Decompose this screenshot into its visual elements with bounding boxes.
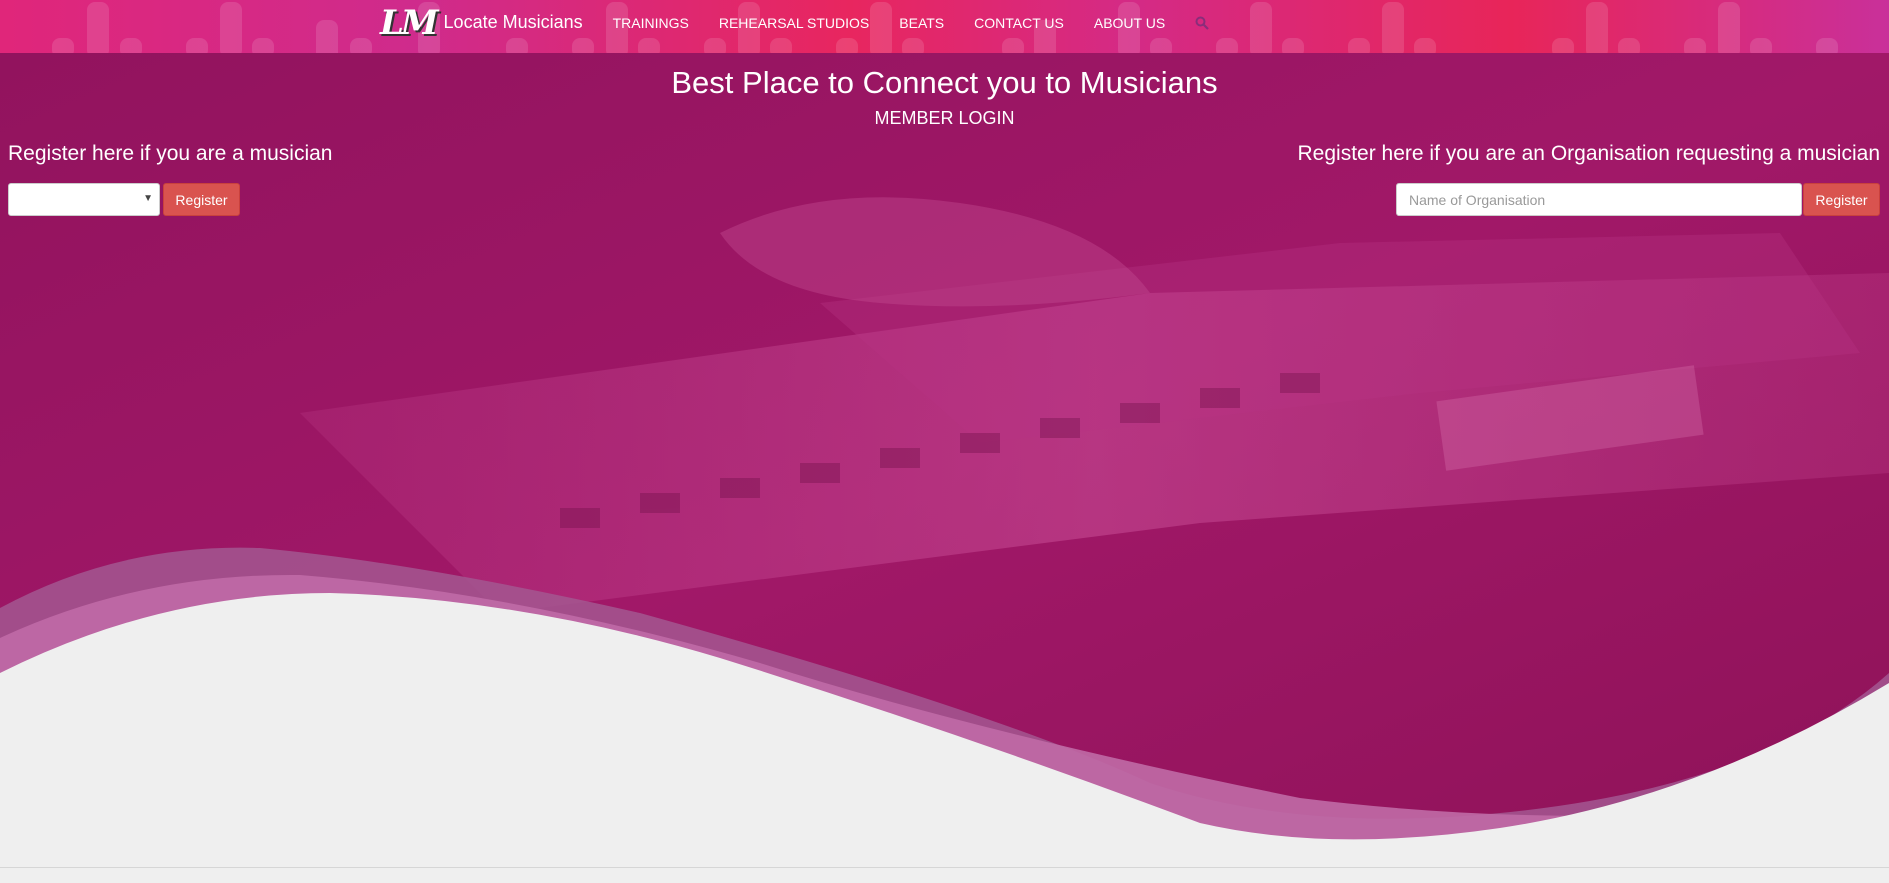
- top-navbar: LM Locate Musicians TRAININGS REHEARSAL …: [0, 0, 1889, 53]
- footer-divider: [0, 867, 1889, 868]
- musician-register-button[interactable]: Register: [163, 183, 240, 216]
- musician-type-select[interactable]: ▼: [8, 183, 160, 216]
- hero-section: Best Place to Connect you to Musicians M…: [0, 53, 1889, 883]
- nav-link-beats[interactable]: BEATS: [899, 15, 944, 31]
- organisation-register-title: Register here if you are an Organisation…: [1297, 142, 1880, 165]
- nav-link-contact-us[interactable]: CONTACT US: [974, 15, 1064, 31]
- organisation-register-button[interactable]: Register: [1803, 183, 1880, 216]
- member-login-link[interactable]: MEMBER LOGIN: [0, 108, 1889, 129]
- musician-register-title: Register here if you are a musician: [8, 142, 333, 165]
- nav-link-trainings[interactable]: TRAININGS: [613, 15, 689, 31]
- hero-background: [0, 53, 1889, 883]
- organisation-name-input[interactable]: Name of Organisation: [1396, 183, 1802, 216]
- nav-link-about-us[interactable]: ABOUT US: [1094, 15, 1165, 31]
- site-logo[interactable]: LM Locate Musicians: [380, 6, 583, 40]
- search-icon[interactable]: [1195, 16, 1209, 30]
- logo-mark: LM: [380, 2, 439, 43]
- select-caret-icon: ▼: [143, 193, 153, 204]
- nav-inner: LM Locate Musicians TRAININGS REHEARSAL …: [380, 0, 1209, 45]
- hero-headline: Best Place to Connect you to Musicians: [671, 65, 1218, 100]
- nav-link-rehearsal-studios[interactable]: REHEARSAL STUDIOS: [719, 15, 869, 31]
- brand-name: Locate Musicians: [443, 12, 583, 32]
